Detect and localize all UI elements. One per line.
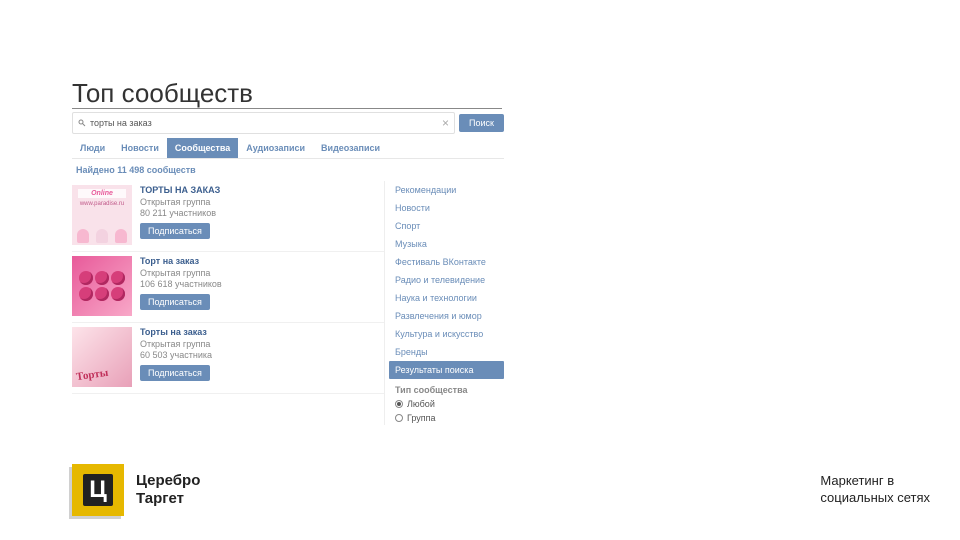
- logo-letter: Ц: [83, 474, 113, 506]
- sidebar-item[interactable]: Музыка: [393, 235, 504, 253]
- sidebar-item[interactable]: Спорт: [393, 217, 504, 235]
- sidebar-item[interactable]: Развлечения и юмор: [393, 307, 504, 325]
- subscribe-button[interactable]: Подписаться: [140, 365, 210, 381]
- community-title[interactable]: ТОРТЫ НА ЗАКАЗ: [140, 185, 220, 195]
- search-button[interactable]: Поиск: [459, 114, 504, 132]
- thumb-label: Online: [78, 189, 126, 198]
- thumb-label: Торты: [75, 367, 109, 383]
- tab-audio[interactable]: Аудиозаписи: [238, 138, 313, 158]
- list-item: Торты Торты на заказ Открытая группа 60 …: [72, 323, 384, 394]
- type-label: Любой: [407, 399, 435, 409]
- list-item: Торт на заказ Открытая группа 106 618 уч…: [72, 252, 384, 323]
- search-query: торты на заказ: [90, 118, 152, 128]
- tab-video[interactable]: Видеозаписи: [313, 138, 388, 158]
- search-tabs: Люди Новости Сообщества Аудиозаписи Виде…: [72, 138, 504, 159]
- clear-icon[interactable]: ×: [442, 116, 449, 130]
- community-avatar[interactable]: Торты: [72, 327, 132, 387]
- footer: Ц Церебро Таргет Маркетинг в социальных …: [72, 464, 930, 516]
- brand-line1: Церебро: [136, 472, 200, 490]
- brand-line2: Таргет: [136, 490, 200, 508]
- tagline-line1: Маркетинг в: [820, 473, 930, 490]
- community-avatar[interactable]: Online www.paradise.ru: [72, 185, 132, 245]
- type-header: Тип сообщества: [393, 379, 504, 397]
- search-input[interactable]: торты на заказ ×: [72, 112, 455, 134]
- sidebar-item[interactable]: Наука и технологии: [393, 289, 504, 307]
- results-count: Найдено 11 498 сообществ: [76, 165, 504, 175]
- sidebar-item[interactable]: Фестиваль ВКонтакте: [393, 253, 504, 271]
- radio-icon: [395, 400, 403, 408]
- community-type: Открытая группа: [140, 197, 220, 207]
- tab-people[interactable]: Люди: [72, 138, 113, 158]
- radio-icon: [395, 414, 403, 422]
- list-item: Online www.paradise.ru ТОРТЫ НА ЗАКАЗ От…: [72, 181, 384, 252]
- sidebar-item[interactable]: Радио и телевидение: [393, 271, 504, 289]
- type-option[interactable]: Любой: [393, 397, 504, 411]
- type-label: Группа: [407, 413, 436, 423]
- community-members: 106 618 участников: [140, 279, 222, 289]
- thumb-sublabel: www.paradise.ru: [72, 201, 132, 207]
- type-option[interactable]: Группа: [393, 411, 504, 425]
- community-type: Открытая группа: [140, 268, 222, 278]
- community-title[interactable]: Торт на заказ: [140, 256, 222, 266]
- results-list: Online www.paradise.ru ТОРТЫ НА ЗАКАЗ От…: [72, 181, 384, 425]
- slide-title: Топ сообществ: [72, 78, 253, 109]
- sidebar-item[interactable]: Культура и искусство: [393, 325, 504, 343]
- community-members: 80 211 участников: [140, 208, 220, 218]
- logo-mark: Ц: [72, 464, 124, 516]
- search-icon: [78, 119, 86, 127]
- tab-communities[interactable]: Сообщества: [167, 138, 238, 158]
- subscribe-button[interactable]: Подписаться: [140, 294, 210, 310]
- sidebar-item-results[interactable]: Результаты поиска: [389, 361, 504, 379]
- subscribe-button[interactable]: Подписаться: [140, 223, 210, 239]
- filters-sidebar: Рекомендации Новости Спорт Музыка Фестив…: [384, 181, 504, 425]
- sidebar-item[interactable]: Новости: [393, 199, 504, 217]
- community-avatar[interactable]: [72, 256, 132, 316]
- sidebar-item[interactable]: Рекомендации: [393, 181, 504, 199]
- tagline: Маркетинг в социальных сетях: [820, 473, 930, 507]
- community-type: Открытая группа: [140, 339, 212, 349]
- tagline-line2: социальных сетях: [820, 490, 930, 507]
- brand-name: Церебро Таргет: [136, 472, 200, 508]
- community-members: 60 503 участника: [140, 350, 212, 360]
- vk-screenshot: торты на заказ × Поиск Люди Новости Сооб…: [72, 112, 504, 428]
- title-underline: [72, 108, 502, 109]
- tab-news[interactable]: Новости: [113, 138, 167, 158]
- community-title[interactable]: Торты на заказ: [140, 327, 212, 337]
- sidebar-item[interactable]: Бренды: [393, 343, 504, 361]
